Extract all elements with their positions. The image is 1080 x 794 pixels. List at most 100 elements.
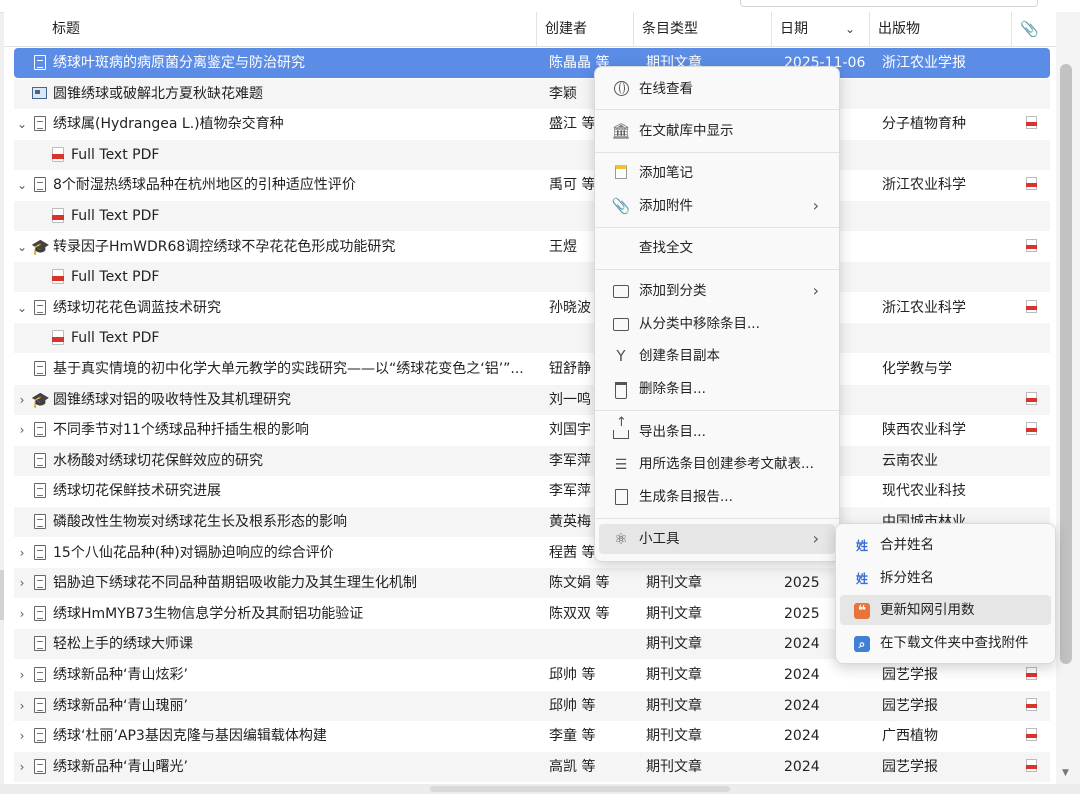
vertical-scrollbar[interactable]: ▼ [1056,12,1080,784]
creator-cell [549,629,633,659]
column-header-item-type[interactable]: 条目类型 [634,12,772,46]
scroll-down-arrow-icon[interactable]: ▼ [1062,768,1069,778]
document-icon [32,666,48,684]
table-row[interactable]: 水杨酸对绣球切花保鲜效应的研究 李军萍 云南农业 [14,445,1050,476]
pdf-attachment-icon[interactable] [1026,728,1037,742]
title-cell: 轻松上手的绣球大师课 [14,629,536,659]
title-cell: ⌄ 绣球属(Hydrangea L.)植物杂交育种 [14,109,536,139]
menu-item-tools[interactable]: ⚛ 小工具 › [599,524,835,554]
search-field-edge[interactable] [740,0,1038,7]
table-row[interactable]: ⌄ 🎓 转录因子HmWDR68调控绣球不孕花花色形成功能研究 王煜 [14,232,1050,262]
menu-item-delete-item[interactable]: 删除条目... [599,374,835,404]
title-cell: › 绣球HmMYB73生物信息学分析及其耐铝功能验证 [14,599,536,629]
scrollbar-thumb[interactable] [1060,64,1072,664]
pdf-attachment-icon[interactable] [1026,177,1037,191]
table-row[interactable]: › 绣球新品种‘青山瑰丽’ 邱帅 等 期刊文章 2024 园艺学报 [14,690,1050,721]
table-row[interactable]: › 绣球‘杜丽’AP3基因克隆与基因编辑载体构建 李童 等 期刊文章 2024 广西植物 [14,721,1050,751]
title-cell: 绣球切花保鲜技术研究进展 [14,476,536,506]
left-pane-edge [0,570,4,620]
pdf-attachment-icon[interactable] [1026,391,1037,405]
attachment-cell [1022,660,1044,690]
column-header-title[interactable]: 标题 [4,12,537,46]
attachment-cell [1022,415,1044,445]
table-row[interactable]: 绣球切花保鲜技术研究进展 李军萍 现代农业科技 [14,476,1050,506]
menu-item-remove-from-collection[interactable]: 从分类中移除条目... [599,309,835,339]
table-row[interactable]: ⌄绣球属(Hydrangea L.)植物杂交育种盛江 等-10分子植物育种 [14,109,1050,139]
publication-cell: 广西植物 [882,728,938,745]
pdf-attachment-icon[interactable] [1026,697,1037,711]
menu-item-add-to-collection[interactable]: 添加到分类 › [599,276,835,306]
item-title: 绣球切花花色调蓝技术研究 [53,299,221,316]
menu-item-merge-name[interactable]: 姓 合并姓名 [840,530,1051,560]
collapse-chevron-icon[interactable]: › [16,691,28,721]
item-type-cell: 期刊文章 [646,605,702,622]
item-title: 绣球新品种‘青山炫彩’ [53,667,188,683]
item-title: 绣球新品种‘青山瑰丽’ [53,697,188,714]
publication-cell [882,232,1014,262]
menu-item-add-attachment[interactable]: 📎 添加附件 › [599,191,835,221]
table-row[interactable]: › 不同季节对11个绣球品种扦插生根的影响 刘国宇 陕西农业科学 [14,415,1050,445]
collapse-chevron-icon[interactable]: › [16,538,28,568]
newspaper-icon [32,85,48,103]
expand-chevron-icon[interactable]: ⌄ [16,232,28,262]
collapse-chevron-icon[interactable]: › [16,752,28,782]
menu-item-create-bibliography[interactable]: ☰ 用所选条目创建参考文献表... [599,449,835,479]
column-header-date[interactable]: 日期 ⌄ [772,12,870,46]
collapse-chevron-icon[interactable]: › [16,599,28,629]
name-icon: 姓 [855,539,868,553]
menu-item-duplicate-item[interactable]: Y 创建条目副本 [599,341,835,371]
collapse-chevron-icon[interactable]: › [16,385,28,415]
attachment-row[interactable]: Full Text PDF [14,139,1050,170]
column-header-attachments[interactable]: 📎 [1012,12,1056,46]
expand-chevron-icon[interactable]: ⌄ [16,109,28,139]
pdf-attachment-icon[interactable] [1026,116,1037,130]
menu-item-show-in-library[interactable]: 🏛 在文献库中显示 [599,116,835,146]
pdf-attachment-icon[interactable] [1026,758,1037,772]
attachment-row[interactable]: Full Text PDF [14,323,1050,354]
attachment-cell [1022,476,1044,506]
table-row[interactable]: 绣球叶斑病的病原菌分离鉴定与防治研究 陈晶晶 等期刊文章 2025-11-06 浙江农… [14,48,1050,78]
table-row[interactable]: › 绣球新品种‘青山曙光’ 高凯 等 期刊文章 2024 园艺学报 [14,751,1050,782]
menu-item-view-online[interactable]: 在线查看 [599,74,835,104]
collapse-chevron-icon[interactable]: › [16,660,28,690]
table-row[interactable]: 基于真实情境的初中化学大单元教学的实践研究——以“绣球花变色之‘铝’”... 钮舒… [14,354,1050,384]
attachment-title: Full Text PDF [71,269,160,286]
item-type-cell: 期刊文章 [646,697,702,714]
collapse-chevron-icon[interactable]: › [16,415,28,445]
table-row[interactable]: 圆锥绣球或破解北方夏秋缺花难题李颖-18 [14,78,1050,109]
collapse-chevron-icon[interactable]: › [16,721,28,751]
document-icon [32,299,48,317]
pdf-attachment-icon[interactable] [1026,422,1037,436]
table-row[interactable]: ⌄ 8个耐湿热绣球品种在杭州地区的引种适应性评价 禹可 等浙江农业科学 [14,170,1050,200]
menu-item-find-full-text[interactable]: 查找全文 [599,233,835,263]
column-header-creator[interactable]: 创建者 [537,12,634,46]
table-row[interactable]: ⌄ 绣球切花花色调蓝技术研究 孙晓波 浙江农业科学 [14,293,1050,323]
submenu-arrow-icon: › [812,196,819,215]
item-type-cell: 期刊文章 [646,728,702,745]
menu-item-export-item[interactable]: 导出条目... [599,416,835,447]
collapse-chevron-icon[interactable]: › [16,568,28,598]
document-icon [32,482,48,500]
publication-cell: 浙江农业科学 [882,299,966,316]
table-row[interactable]: › 绣球新品种‘青山炫彩’ 邱帅 等 期刊文章 2024 园艺学报 [14,660,1050,690]
horizontal-scrollbar[interactable] [0,784,1080,794]
pdf-attachment-icon[interactable] [1026,667,1037,680]
pdf-attachment-icon[interactable] [1026,299,1037,313]
menu-item-generate-report[interactable]: 生成条目报告... [599,482,835,512]
document-icon [32,635,48,653]
menu-item-add-note[interactable]: 添加笔记 [599,158,835,188]
menu-item-find-in-downloads[interactable]: ⌕ 在下载文件夹中查找附件 [840,628,1051,658]
expand-chevron-icon[interactable]: ⌄ [16,170,28,200]
item-title: 绣球‘杜丽’AP3基因克隆与基因编辑载体构建 [53,728,327,745]
attachment-row[interactable]: Full Text PDF [14,201,1050,231]
pdf-attachment-icon[interactable] [1026,238,1037,252]
title-cell: › 绣球新品种‘青山瑰丽’ [14,691,536,721]
menu-item-update-citations[interactable]: ❝ 更新知网引用数 [840,595,1051,625]
attachment-row[interactable]: Full Text PDF [14,262,1050,293]
menu-item-split-name[interactable]: 姓 拆分姓名 [840,563,1051,593]
item-title: 绣球属(Hydrangea L.)植物杂交育种 [53,116,284,133]
horizontal-scrollbar-thumb[interactable] [430,786,730,792]
expand-chevron-icon[interactable]: ⌄ [16,293,28,323]
table-row[interactable]: › 🎓 圆锥绣球对铝的吸收特性及其机理研究 刘一鸣 [14,384,1050,415]
column-header-publication[interactable]: 出版物 [870,12,1012,46]
